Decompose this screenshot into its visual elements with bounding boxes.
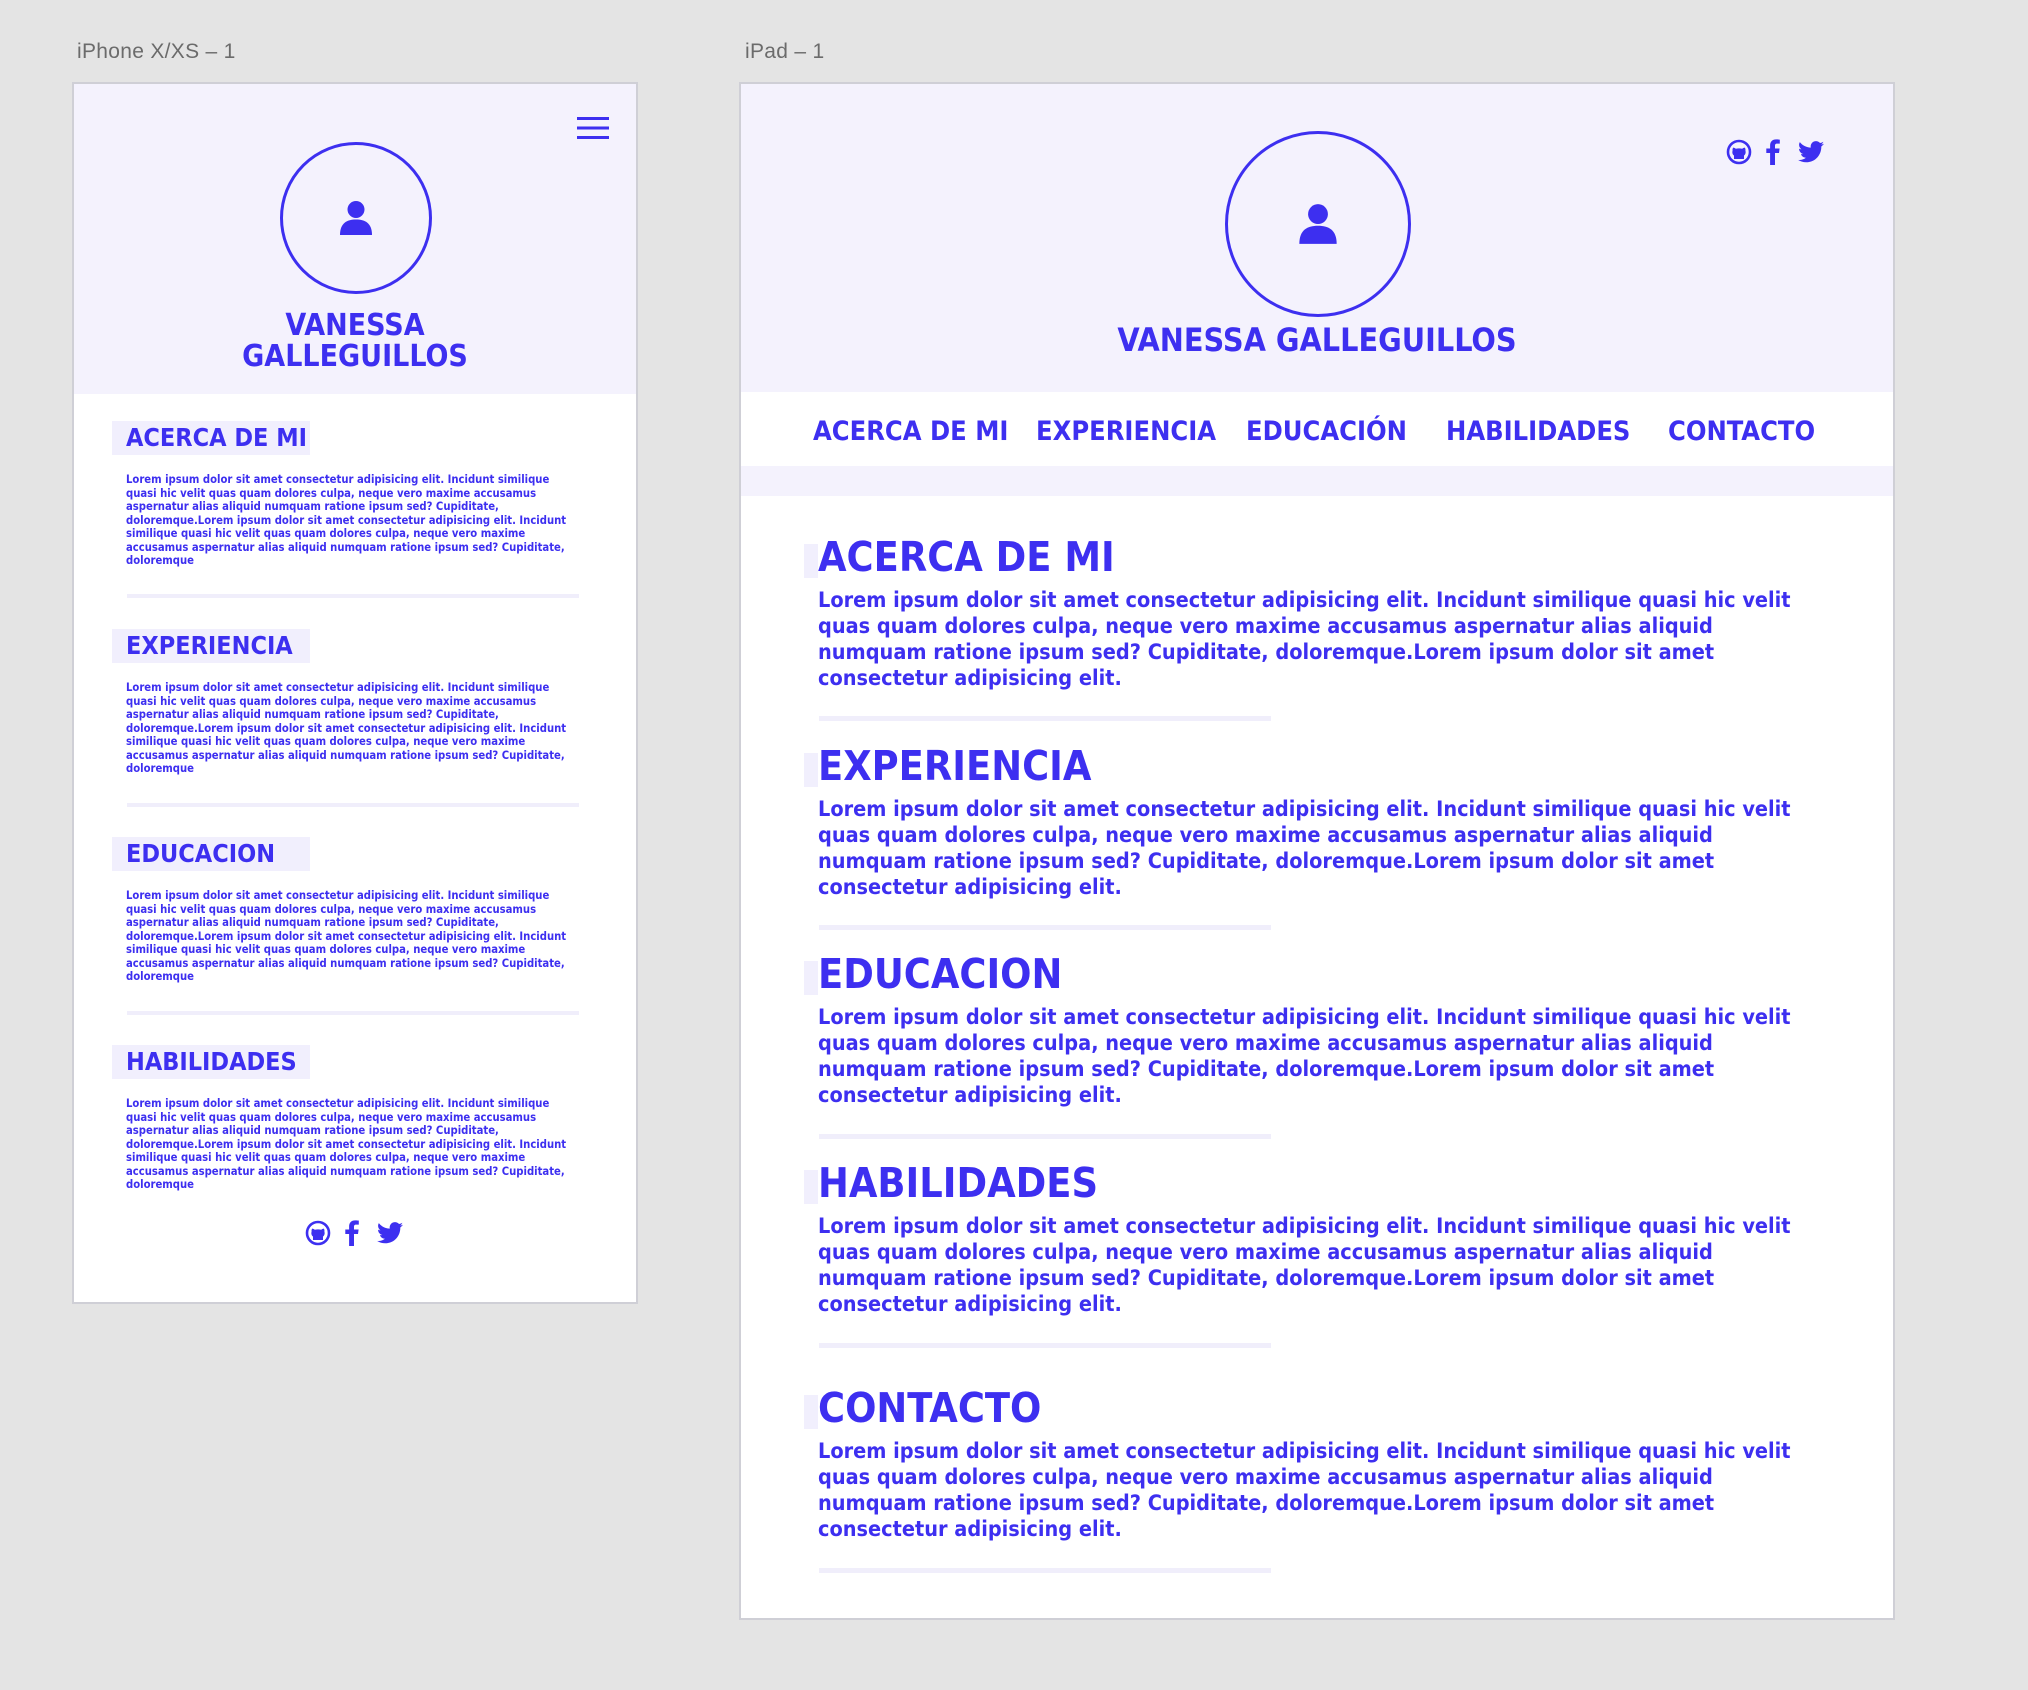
section-text: Lorem ipsum dolor sit amet consectetur a… bbox=[818, 1439, 1791, 1542]
divider bbox=[819, 925, 1271, 930]
section-title: EDUCACION bbox=[126, 839, 276, 868]
phone-frame: VANESSA GALLEGUILLOS ACERCA DE MI Lorem … bbox=[72, 82, 638, 1304]
twitter-icon[interactable] bbox=[377, 1222, 403, 1244]
tablet-section-contact: CONTACTO Lorem ipsum dolor sit amet cons… bbox=[804, 1383, 1844, 1543]
nav-item-contacto[interactable]: CONTACTO bbox=[1668, 416, 1815, 447]
divider bbox=[819, 1134, 1271, 1139]
divider bbox=[819, 716, 1271, 721]
section-text: Lorem ipsum dolor sit amet consectetur a… bbox=[818, 797, 1791, 900]
section-text: Lorem ipsum dolor sit amet consectetur a… bbox=[818, 588, 1791, 691]
phone-section-education: EDUCACION Lorem ipsum dolor sit amet con… bbox=[112, 837, 572, 984]
phone-artboard-label: iPhone X/XS – 1 bbox=[77, 40, 236, 63]
github-icon[interactable] bbox=[1726, 139, 1752, 165]
phone-hero: VANESSA GALLEGUILLOS bbox=[74, 84, 636, 394]
profile-name-line2: GALLEGUILLOS bbox=[242, 339, 468, 374]
divider bbox=[127, 594, 579, 598]
section-text: Lorem ipsum dolor sit amet consectetur a… bbox=[126, 681, 567, 775]
hamburger-menu-icon[interactable] bbox=[577, 116, 609, 140]
profile-name-line1: VANESSA bbox=[285, 308, 425, 343]
section-title: EXPERIENCIA bbox=[126, 631, 293, 660]
user-icon bbox=[340, 201, 372, 235]
tablet-section-about: ACERCA DE MI Lorem ipsum dolor sit amet … bbox=[804, 532, 1844, 692]
tablet-hero: VANESSA GALLEGUILLOS bbox=[741, 84, 1893, 392]
facebook-icon[interactable] bbox=[1766, 139, 1780, 165]
section-title: HABILIDADES bbox=[126, 1047, 297, 1076]
section-title: EDUCACION bbox=[818, 950, 1063, 998]
section-text: Lorem ipsum dolor sit amet consectetur a… bbox=[126, 473, 567, 567]
phone-section-experience: EXPERIENCIA Lorem ipsum dolor sit amet c… bbox=[112, 629, 572, 776]
tablet-social-links bbox=[1726, 139, 1824, 165]
section-title: HABILIDADES bbox=[818, 1159, 1099, 1207]
section-text: Lorem ipsum dolor sit amet consectetur a… bbox=[126, 889, 567, 983]
phone-section-about: ACERCA DE MI Lorem ipsum dolor sit amet … bbox=[112, 421, 572, 568]
nav-item-acerca[interactable]: ACERCA DE MI bbox=[813, 416, 1008, 447]
section-title: EXPERIENCIA bbox=[818, 742, 1092, 790]
avatar bbox=[1225, 131, 1411, 317]
nav-item-habilidades[interactable]: HABILIDADES bbox=[1446, 416, 1630, 447]
section-text: Lorem ipsum dolor sit amet consectetur a… bbox=[126, 1097, 567, 1191]
nav-underbar bbox=[741, 466, 1893, 496]
tablet-frame: VANESSA GALLEGUILLOS ACERCA DE MI EXPERI… bbox=[739, 82, 1895, 1620]
section-text: Lorem ipsum dolor sit amet consectetur a… bbox=[818, 1005, 1791, 1108]
profile-name: VANESSA GALLEGUILLOS bbox=[1117, 321, 1517, 359]
facebook-icon[interactable] bbox=[345, 1220, 359, 1246]
divider bbox=[819, 1343, 1271, 1348]
divider bbox=[819, 1568, 1271, 1573]
phone-section-skills: HABILIDADES Lorem ipsum dolor sit amet c… bbox=[112, 1045, 572, 1192]
phone-social-links bbox=[305, 1220, 403, 1246]
tablet-section-experience: EXPERIENCIA Lorem ipsum dolor sit amet c… bbox=[804, 741, 1844, 901]
avatar bbox=[280, 142, 432, 294]
section-title: CONTACTO bbox=[818, 1384, 1042, 1432]
section-title: ACERCA DE MI bbox=[818, 533, 1115, 581]
divider bbox=[127, 803, 579, 807]
twitter-icon[interactable] bbox=[1798, 141, 1824, 163]
divider bbox=[127, 1011, 579, 1015]
tablet-section-education: EDUCACION Lorem ipsum dolor sit amet con… bbox=[804, 949, 1844, 1109]
section-text: Lorem ipsum dolor sit amet consectetur a… bbox=[818, 1214, 1791, 1317]
tablet-artboard-label: iPad – 1 bbox=[745, 40, 825, 63]
nav-item-educacion[interactable]: EDUCACIÓN bbox=[1246, 416, 1407, 447]
github-icon[interactable] bbox=[305, 1220, 331, 1246]
tablet-section-skills: HABILIDADES Lorem ipsum dolor sit amet c… bbox=[804, 1158, 1844, 1318]
user-icon bbox=[1299, 204, 1337, 244]
nav-item-experiencia[interactable]: EXPERIENCIA bbox=[1036, 416, 1216, 447]
profile-name: VANESSA GALLEGUILLOS bbox=[74, 310, 636, 372]
section-title: ACERCA DE MI bbox=[126, 423, 307, 452]
